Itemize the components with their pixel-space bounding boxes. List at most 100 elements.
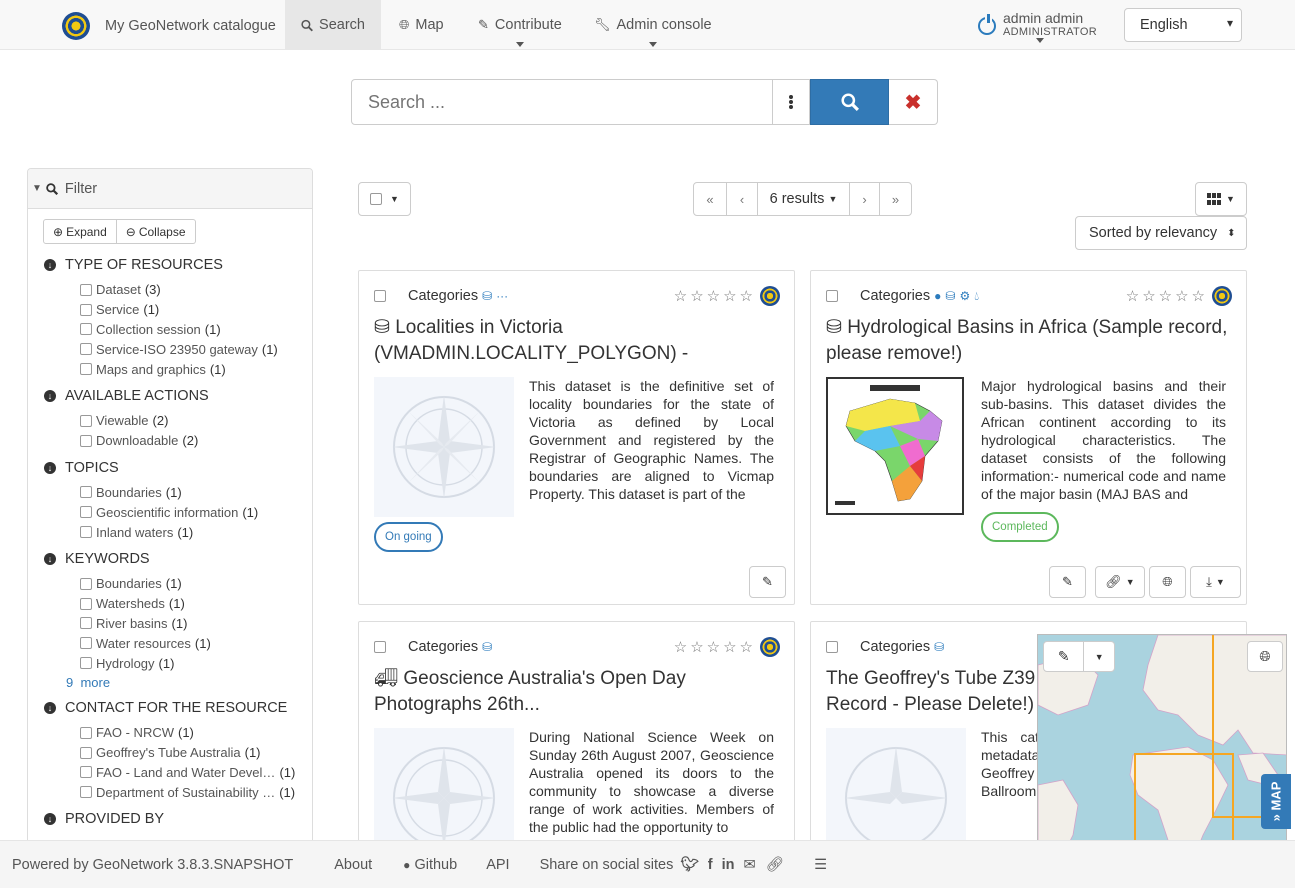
checkbox[interactable] <box>80 657 92 670</box>
next-page-button[interactable]: › <box>850 183 880 215</box>
record-title[interactable]: ⛁ Localities in Victoria (VMADMIN.LOCALI… <box>374 315 782 367</box>
facet-section-actions[interactable]: ↓ AVAILABLE ACTIONS <box>44 388 312 404</box>
collapse-button[interactable]: ⊖ Collapse <box>116 219 196 244</box>
facet-item[interactable]: Dataset (3) <box>44 280 312 300</box>
facet-section-contact[interactable]: ↓ CONTACT FOR THE RESOURCE <box>44 700 312 716</box>
nav-contribute[interactable]: ✎ Contribute <box>462 0 578 50</box>
twitter-icon[interactable]: 🐦︎ <box>680 856 698 873</box>
record-thumbnail[interactable] <box>826 728 966 850</box>
download-dropdown[interactable]: ⤓ ▼ <box>1190 566 1241 598</box>
last-page-button[interactable]: » <box>880 183 911 215</box>
rating-stars[interactable]: ☆☆☆☆☆ <box>674 638 756 656</box>
checkbox[interactable] <box>80 486 92 499</box>
select-all-dropdown[interactable]: ▼ <box>358 182 411 216</box>
record-thumbnail[interactable] <box>374 377 514 517</box>
facet-item[interactable]: Maps and graphics (1) <box>44 359 312 379</box>
record-thumbnail[interactable] <box>826 377 964 515</box>
facet-item[interactable]: FAO - NRCW (1) <box>44 723 312 743</box>
clear-search-button[interactable]: ✖ <box>889 79 938 125</box>
search-submit-button[interactable] <box>810 79 890 125</box>
map-edit-dropdown[interactable]: ▼ <box>1084 642 1114 671</box>
checkbox[interactable] <box>80 343 92 356</box>
facet-section-topics[interactable]: ↓ TOPICS <box>44 460 312 476</box>
facet-item[interactable]: Downloadable (2) <box>44 431 312 451</box>
facet-item[interactable]: Department of Sustainability … (1) <box>44 782 312 802</box>
facet-item[interactable]: River basins (1) <box>44 614 312 634</box>
facet-item[interactable]: Service (1) <box>44 300 312 320</box>
api-link[interactable]: API <box>486 857 509 873</box>
facet-item[interactable]: Geoscientific information (1) <box>44 502 312 522</box>
record-thumbnail[interactable] <box>374 728 514 850</box>
checkbox[interactable] <box>80 786 92 799</box>
links-dropdown[interactable]: 🔗︎ ▼ <box>1095 566 1145 598</box>
facet-section-keywords[interactable]: ↓ KEYWORDS <box>44 551 312 567</box>
linkedin-icon[interactable]: in <box>722 857 735 873</box>
language-select[interactable]: English <box>1124 8 1242 42</box>
nav-search[interactable]: Search <box>285 0 381 50</box>
map-toggle-tab[interactable]: » MAP <box>1261 774 1291 829</box>
checkbox[interactable] <box>80 766 92 779</box>
nav-map[interactable]: 🌐︎ Map <box>383 0 460 50</box>
select-checkbox[interactable] <box>826 641 838 653</box>
checkbox[interactable] <box>80 303 92 316</box>
facebook-icon[interactable]: f <box>708 857 713 873</box>
view-mode-dropdown[interactable]: ▼ <box>1195 182 1247 216</box>
rating-stars[interactable]: ☆☆☆☆☆ <box>674 287 756 305</box>
facet-item[interactable]: Collection session (1) <box>44 320 312 340</box>
facet-section-provided-by[interactable]: ↓ PROVIDED BY <box>44 811 312 827</box>
checkbox[interactable] <box>80 597 92 610</box>
facet-item[interactable]: Watersheds (1) <box>44 594 312 614</box>
more-keywords-link[interactable]: 9 more <box>44 675 312 690</box>
checkbox[interactable] <box>80 577 92 590</box>
edit-button[interactable]: ✎ <box>1049 566 1086 598</box>
checkbox[interactable] <box>80 363 92 376</box>
checkbox[interactable] <box>80 617 92 630</box>
facet-section-type[interactable]: ↓ TYPE OF RESOURCES <box>44 257 312 273</box>
checkbox[interactable] <box>80 637 92 650</box>
facet-item[interactable]: Geoffrey's Tube Australia (1) <box>44 743 312 763</box>
map-edit-button[interactable]: ✎ <box>1044 642 1085 671</box>
checkbox[interactable] <box>80 726 92 739</box>
search-input[interactable] <box>351 79 774 125</box>
record-title[interactable]: The Geoffrey's Tube Z39 Record - Please … <box>826 666 1046 718</box>
about-link[interactable]: About <box>334 857 372 873</box>
user-menu[interactable]: admin admin ADMINISTRATOR <box>978 10 1097 43</box>
expand-button[interactable]: ⊕ Expand <box>43 219 117 244</box>
select-checkbox[interactable] <box>826 290 838 302</box>
facet-item[interactable]: Water resources (1) <box>44 633 312 653</box>
results-count-dropdown[interactable]: 6 results ▼ <box>758 183 850 215</box>
checkbox[interactable] <box>80 283 92 296</box>
checkbox[interactable] <box>80 506 92 519</box>
result-card[interactable]: Categories ⛁ ☆☆☆☆☆ 🚚︎ Geoscience Australi… <box>358 621 795 851</box>
filter-header[interactable]: ▼ Filter <box>28 169 312 209</box>
select-checkbox[interactable] <box>374 290 386 302</box>
brand-link[interactable]: My GeoNetwork catalogue <box>62 12 276 40</box>
sort-dropdown[interactable]: Sorted by relevancy ⬍ <box>1075 216 1247 250</box>
result-card[interactable]: Categories ⛁ ··· ☆☆☆☆☆ ⛁ Localities in Vic… <box>358 270 795 605</box>
facet-item[interactable]: FAO - Land and Water Devel… (1) <box>44 763 312 783</box>
github-link[interactable]: ● Github <box>403 857 457 873</box>
select-checkbox[interactable] <box>374 641 386 653</box>
checkbox[interactable] <box>80 414 92 427</box>
checkbox[interactable] <box>80 746 92 759</box>
facet-item[interactable]: Service-ISO 23950 gateway (1) <box>44 339 312 359</box>
result-card[interactable]: Categories ● ⛁ ⚙ 💧︎ ☆☆☆☆☆ ⛁ Hydrological Bas… <box>810 270 1247 605</box>
facet-item[interactable]: Hydrology (1) <box>44 653 312 673</box>
checkbox[interactable] <box>80 434 92 447</box>
nav-admin-console[interactable]: 🔧︎ Admin console <box>578 0 728 50</box>
email-icon[interactable]: ✉ <box>744 857 756 873</box>
checkbox[interactable] <box>80 526 92 539</box>
link-icon[interactable]: 🔗︎ <box>766 856 784 873</box>
edit-button[interactable]: ✎ <box>749 566 786 598</box>
facet-item[interactable]: Viewable (2) <box>44 411 312 431</box>
record-title[interactable]: ⛁ Hydrological Basins in Africa (Sample … <box>826 315 1234 367</box>
facet-item[interactable]: Boundaries (1) <box>44 574 312 594</box>
record-title[interactable]: 🚚︎ Geoscience Australia's Open Day Photo… <box>374 666 782 718</box>
previous-page-button[interactable]: ‹ <box>727 183 758 215</box>
search-options-button[interactable] <box>773 79 811 125</box>
checkbox[interactable] <box>80 323 92 336</box>
map-globe-button[interactable]: 🌐︎ <box>1247 641 1283 672</box>
rss-icon[interactable]: ☰ <box>814 857 827 873</box>
facet-item[interactable]: Boundaries (1) <box>44 483 312 503</box>
rating-stars[interactable]: ☆☆☆☆☆ <box>1126 287 1208 305</box>
